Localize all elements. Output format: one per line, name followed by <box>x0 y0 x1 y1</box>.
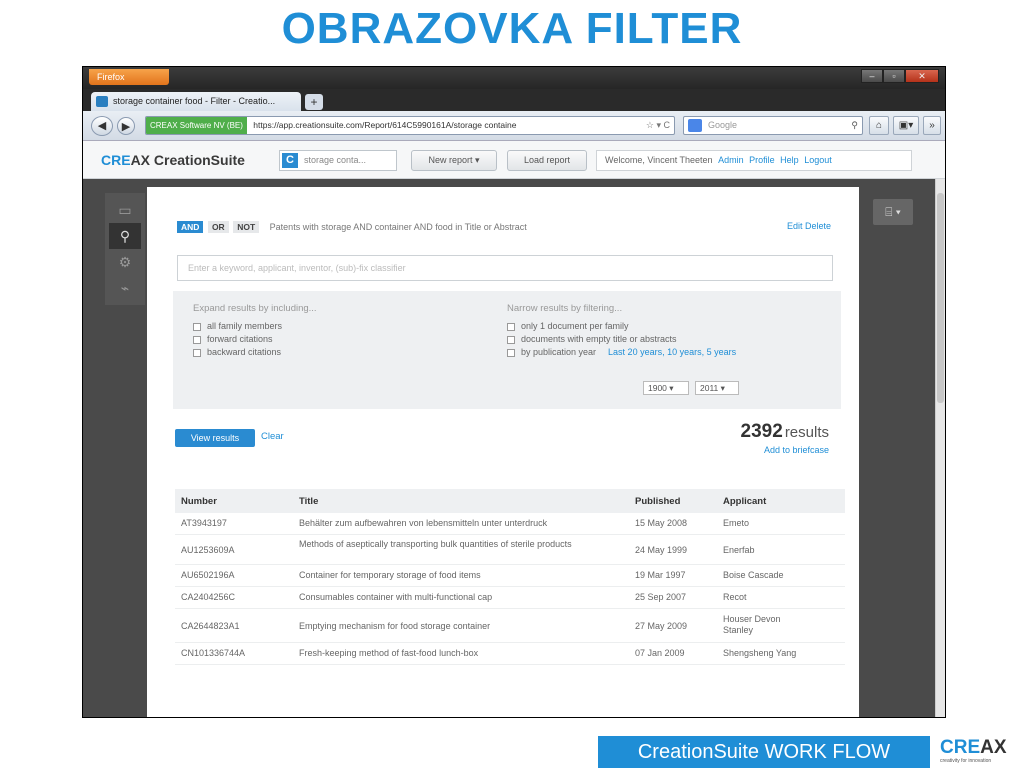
url-text: https://app.creationsuite.com/Report/614… <box>253 120 517 130</box>
forward-arrow-icon[interactable]: ▶ <box>117 117 135 135</box>
search-rail-icon[interactable]: ⚲ <box>109 223 141 249</box>
or-operator-button[interactable]: OR <box>207 221 229 233</box>
welcome-text: Welcome, Vincent Theeten <box>605 155 713 165</box>
minimize-icon[interactable]: ‒ <box>861 69 883 83</box>
tools-menu-icon[interactable]: » <box>923 116 941 135</box>
results-table: Number Title Published Applicant AT39431… <box>175 489 845 665</box>
one-per-family-option[interactable]: only 1 document per family <box>507 320 736 333</box>
clear-link[interactable]: Clear <box>261 431 284 442</box>
query-row: AND OR NOT Patents with storage AND cont… <box>177 221 837 235</box>
results-count: 2392 results <box>741 421 829 443</box>
table-row[interactable]: CA2404256C Consumables container with mu… <box>175 587 845 609</box>
empty-title-option[interactable]: documents with empty title or abstracts <box>507 333 736 346</box>
browser-tabbar: storage container food - Filter - Creati… <box>83 89 945 111</box>
publication-year-option[interactable]: by publication year Last 20 years, 10 yea… <box>507 346 736 359</box>
vertical-scrollbar[interactable] <box>935 179 945 717</box>
query-description: Patents with storage AND container AND f… <box>269 222 527 232</box>
to-year-select[interactable]: 2011 ▾ <box>695 381 739 395</box>
checkbox[interactable] <box>193 335 201 344</box>
bookmarks-menu-icon[interactable]: ▣▾ <box>893 116 919 135</box>
column-header[interactable]: Applicant <box>723 496 833 507</box>
year-range-links[interactable]: Last 20 years, 10 years, 5 years <box>608 347 736 357</box>
creax-footer-logo: CREAX creativity for innovation <box>940 737 1007 765</box>
table-header: Number Title Published Applicant <box>175 489 845 513</box>
briefcase-tool-icon[interactable]: ⌸ ▾ <box>873 199 913 225</box>
view-results-button[interactable]: View results <box>175 429 255 447</box>
results-label: results <box>784 424 829 441</box>
narrow-heading: Narrow results by filtering... <box>507 303 623 314</box>
table-row[interactable]: AU1253609A Methods of aseptically transp… <box>175 535 845 565</box>
new-tab-button[interactable]: + <box>305 94 323 110</box>
not-operator-button[interactable]: NOT <box>233 221 260 233</box>
checkbox[interactable] <box>193 322 201 331</box>
profile-link[interactable]: Profile <box>749 155 775 165</box>
filter-panel: AND OR NOT Patents with storage AND cont… <box>147 187 859 717</box>
and-operator-button[interactable]: AND <box>177 221 204 233</box>
web-search-placeholder: Google <box>708 120 738 130</box>
report-rail-icon[interactable]: ▭ <box>109 197 141 223</box>
content-area: ▭ ⚲ ⚙ ⌁ ⌸ ▾ AND OR NOT Patents with stor… <box>83 179 945 717</box>
stage-background: ▭ ⚲ ⚙ ⌁ ⌸ ▾ AND OR NOT Patents with stor… <box>83 179 937 717</box>
workflow-footer-bar: CreationSuite WORK FLOW <box>598 736 930 768</box>
expand-heading: Expand results by including... <box>193 303 317 314</box>
settings-rail-icon[interactable]: ⚙ <box>109 249 141 275</box>
browser-tab[interactable]: storage container food - Filter - Creati… <box>91 92 301 111</box>
home-icon[interactable]: ⌂ <box>869 116 889 135</box>
column-header[interactable]: Number <box>181 496 291 507</box>
results-number: 2392 <box>740 421 783 442</box>
from-year-select[interactable]: 1900 ▾ <box>643 381 689 395</box>
table-row[interactable]: AT3943197 Behälter zum aufbewahren von l… <box>175 513 845 535</box>
column-header[interactable]: Published <box>635 496 721 507</box>
creationsuite-logo[interactable]: CREAX CreationSuite <box>101 152 245 168</box>
user-bar: Welcome, Vincent Theeten Admin Profile H… <box>596 150 912 171</box>
chart-rail-icon[interactable]: ⌁ <box>109 275 141 301</box>
column-header[interactable]: Title <box>299 496 635 507</box>
browser-titlebar: Firefox ‒ ▫ ✕ <box>83 67 945 89</box>
report-c-icon: C <box>282 153 298 168</box>
web-search-box[interactable]: Google ⚲ <box>683 116 863 135</box>
browser-window: Firefox ‒ ▫ ✕ storage container food - F… <box>82 66 946 718</box>
table-row[interactable]: AU6502196A Container for temporary stora… <box>175 565 845 587</box>
new-report-button[interactable]: New report ▾ <box>411 150 497 171</box>
backward-citations-option[interactable]: backward citations <box>193 346 317 359</box>
add-to-briefcase-link[interactable]: Add to briefcase <box>764 445 829 455</box>
logout-link[interactable]: Logout <box>804 155 832 165</box>
window-controls: ‒ ▫ ✕ <box>861 69 939 83</box>
report-tab-label: storage conta... <box>304 155 367 165</box>
maximize-icon[interactable]: ▫ <box>883 69 905 83</box>
url-bar[interactable]: CREAX Software NV (BE) https://app.creat… <box>145 116 675 135</box>
google-icon <box>688 119 702 132</box>
site-identity-badge[interactable]: CREAX Software NV (BE) <box>146 117 247 134</box>
magnifier-icon[interactable]: ⚲ <box>851 117 858 134</box>
delete-link[interactable]: Delete <box>805 221 831 231</box>
bookmark-star-icon[interactable]: ☆ ▾ C <box>646 117 670 134</box>
narrow-options: Narrow results by filtering... only 1 do… <box>507 303 736 359</box>
help-link[interactable]: Help <box>780 155 799 165</box>
checkbox[interactable] <box>507 322 515 331</box>
filter-options: Expand results by including... all famil… <box>173 291 841 409</box>
forward-citations-option[interactable]: forward citations <box>193 333 317 346</box>
expand-options: Expand results by including... all famil… <box>193 303 317 359</box>
admin-link[interactable]: Admin <box>718 155 744 165</box>
tab-title: storage container food - Filter - Creati… <box>113 96 276 106</box>
firefox-menu-button[interactable]: Firefox <box>89 69 169 85</box>
load-report-button[interactable]: Load report <box>507 150 587 171</box>
table-row[interactable]: CA2644823A1 Emptying mechanism for food … <box>175 609 845 643</box>
checkbox[interactable] <box>507 335 515 344</box>
checkbox[interactable] <box>507 348 515 357</box>
keyword-search-input[interactable]: Enter a keyword, applicant, inventor, (s… <box>177 255 833 281</box>
left-tool-rail: ▭ ⚲ ⚙ ⌁ <box>105 193 145 305</box>
slide-title: OBRAZOVKA FILTER <box>281 4 743 53</box>
edit-link[interactable]: Edit <box>787 221 803 231</box>
report-tab[interactable]: C storage conta... <box>279 150 397 171</box>
browser-navbar: ◀ ▶ CREAX Software NV (BE) https://app.c… <box>83 111 945 141</box>
back-arrow-icon[interactable]: ◀ <box>91 116 113 136</box>
table-row[interactable]: CN101336744A Fresh-keeping method of fas… <box>175 643 845 665</box>
checkbox[interactable] <box>193 348 201 357</box>
family-members-option[interactable]: all family members <box>193 320 317 333</box>
close-icon[interactable]: ✕ <box>905 69 939 83</box>
tab-favicon-icon <box>96 96 108 107</box>
app-header: CREAX CreationSuite C storage conta... N… <box>83 141 945 179</box>
scrollbar-thumb[interactable] <box>937 193 944 403</box>
